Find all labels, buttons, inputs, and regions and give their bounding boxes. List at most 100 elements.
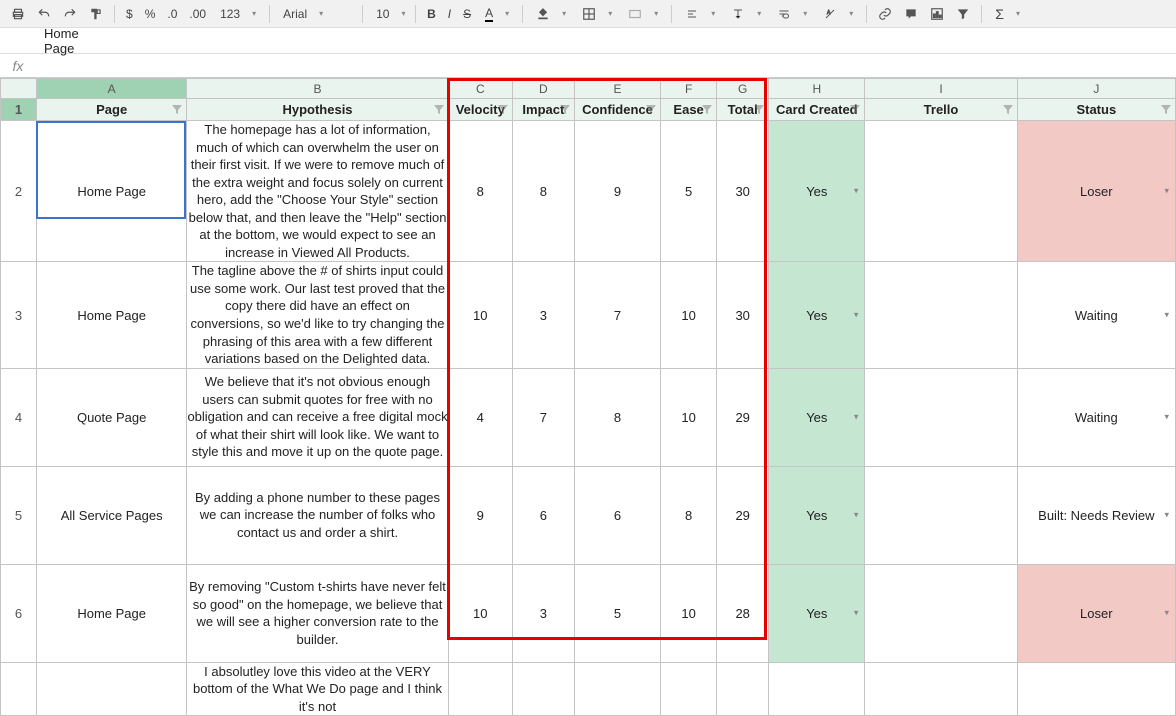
cell-page[interactable]: Home Page xyxy=(37,121,187,262)
cell-total[interactable]: 28 xyxy=(717,564,769,662)
chevron-down-icon[interactable]: ▾ xyxy=(854,412,859,423)
cell-hypothesis[interactable]: The homepage has a lot of information, m… xyxy=(187,121,448,262)
cell-page[interactable] xyxy=(37,662,187,716)
font-size-dropdown[interactable]: 10▾ xyxy=(369,3,409,25)
cell-status[interactable]: Loser▾ xyxy=(1017,121,1175,262)
fill-color-dropdown[interactable]: ▾ xyxy=(529,3,573,25)
filter-funnel-icon[interactable] xyxy=(560,105,570,115)
cell-total[interactable]: 29 xyxy=(717,368,769,466)
borders-dropdown[interactable]: ▾ xyxy=(575,3,619,25)
chevron-down-icon[interactable]: ▾ xyxy=(854,608,859,619)
cell-impact[interactable]: 7 xyxy=(512,368,574,466)
cell-ease[interactable]: 8 xyxy=(661,466,717,564)
cell-ease[interactable]: 10 xyxy=(661,368,717,466)
valign-dropdown[interactable]: ▾ xyxy=(724,3,768,25)
cell-card-created[interactable]: Yes▾ xyxy=(769,121,865,262)
row-header[interactable]: 5 xyxy=(1,466,37,564)
cell-card-created[interactable]: Yes▾ xyxy=(769,368,865,466)
cell-status[interactable]: Waiting▾ xyxy=(1017,368,1175,466)
chevron-down-icon[interactable]: ▾ xyxy=(854,510,859,521)
chevron-down-icon[interactable]: ▾ xyxy=(854,186,859,197)
header-velocity[interactable]: Velocity xyxy=(448,99,512,121)
cell-page[interactable]: Quote Page xyxy=(37,368,187,466)
col-header-c[interactable]: C xyxy=(448,79,512,99)
filter-icon[interactable] xyxy=(951,3,975,25)
row-header[interactable]: 6 xyxy=(1,564,37,662)
grid[interactable]: A B C D E F G H I J 1 Page Hypothesis Ve… xyxy=(0,78,1176,716)
cell-trello[interactable] xyxy=(865,368,1017,466)
row-header[interactable]: 3 xyxy=(1,262,37,368)
cell-velocity[interactable]: 4 xyxy=(448,368,512,466)
cell-status[interactable]: Built: Needs Review▾ xyxy=(1017,466,1175,564)
header-status[interactable]: Status xyxy=(1017,99,1175,121)
col-header-e[interactable]: E xyxy=(574,79,660,99)
font-dropdown[interactable]: Arial▾ xyxy=(276,3,356,25)
cell[interactable] xyxy=(717,662,769,716)
header-impact[interactable]: Impact xyxy=(512,99,574,121)
col-header-h[interactable]: H xyxy=(769,79,865,99)
link-icon[interactable] xyxy=(873,3,897,25)
cell-impact[interactable]: 3 xyxy=(512,564,574,662)
cell[interactable] xyxy=(448,662,512,716)
cell-page[interactable]: All Service Pages xyxy=(37,466,187,564)
cell[interactable] xyxy=(512,662,574,716)
cell-velocity[interactable]: 9 xyxy=(448,466,512,564)
chevron-down-icon[interactable]: ▾ xyxy=(1164,608,1169,619)
cell-impact[interactable]: 3 xyxy=(512,262,574,368)
filter-funnel-icon[interactable] xyxy=(754,105,764,115)
percent-button[interactable]: % xyxy=(140,3,161,25)
undo-icon[interactable] xyxy=(32,3,56,25)
paint-format-icon[interactable] xyxy=(84,3,108,25)
cell-confidence[interactable]: 7 xyxy=(574,262,660,368)
cell-hypothesis[interactable]: The tagline above the # of shirts input … xyxy=(187,262,448,368)
chevron-down-icon[interactable]: ▾ xyxy=(1164,310,1169,321)
filter-funnel-icon[interactable] xyxy=(702,105,712,115)
italic-button[interactable]: I xyxy=(443,3,456,25)
filter-funnel-icon[interactable] xyxy=(172,105,182,115)
bold-button[interactable]: B xyxy=(422,3,441,25)
header-hypothesis[interactable]: Hypothesis xyxy=(187,99,448,121)
col-header-a[interactable]: A xyxy=(37,79,187,99)
cell-card-created[interactable]: Yes▾ xyxy=(769,466,865,564)
strike-button[interactable]: S xyxy=(458,3,476,25)
chevron-down-icon[interactable]: ▾ xyxy=(1164,412,1169,423)
name-box[interactable]: Home Page xyxy=(36,26,82,56)
cell-ease[interactable]: 10 xyxy=(661,564,717,662)
merge-dropdown[interactable]: ▾ xyxy=(621,3,665,25)
cell-total[interactable]: 30 xyxy=(717,262,769,368)
cell-total[interactable]: 29 xyxy=(717,466,769,564)
cell-status[interactable]: Waiting▾ xyxy=(1017,262,1175,368)
row-header[interactable]: 2 xyxy=(1,121,37,262)
cell-impact[interactable]: 8 xyxy=(512,121,574,262)
cell-hypothesis[interactable]: By removing "Custom t-shirts have never … xyxy=(187,564,448,662)
row-header[interactable] xyxy=(1,662,37,716)
filter-funnel-icon[interactable] xyxy=(646,105,656,115)
cell[interactable] xyxy=(661,662,717,716)
rotate-dropdown[interactable]: A▾ xyxy=(816,3,860,25)
col-header-d[interactable]: D xyxy=(512,79,574,99)
functions-dropdown[interactable]: Σ▾ xyxy=(988,3,1027,25)
cell-card-created[interactable]: Yes▾ xyxy=(769,564,865,662)
cell-impact[interactable]: 6 xyxy=(512,466,574,564)
cell-confidence[interactable]: 9 xyxy=(574,121,660,262)
cell-velocity[interactable]: 8 xyxy=(448,121,512,262)
header-ease[interactable]: Ease xyxy=(661,99,717,121)
header-card[interactable]: Card Created xyxy=(769,99,865,121)
redo-icon[interactable] xyxy=(58,3,82,25)
cell-ease[interactable]: 5 xyxy=(661,121,717,262)
filter-funnel-icon[interactable] xyxy=(434,105,444,115)
chevron-down-icon[interactable]: ▾ xyxy=(1164,186,1169,197)
col-header-b[interactable]: B xyxy=(187,79,448,99)
cell[interactable] xyxy=(574,662,660,716)
cell-velocity[interactable]: 10 xyxy=(448,262,512,368)
chevron-down-icon[interactable]: ▾ xyxy=(854,310,859,321)
text-color-dropdown[interactable]: A▾ xyxy=(478,3,516,25)
cell-hypothesis[interactable]: I absolutley love this video at the VERY… xyxy=(187,662,448,716)
select-all-corner[interactable] xyxy=(1,79,37,99)
filter-funnel-icon[interactable] xyxy=(498,105,508,115)
halign-dropdown[interactable]: ▾ xyxy=(678,3,722,25)
cell-hypothesis[interactable]: We believe that it's not obvious enough … xyxy=(187,368,448,466)
cell-trello[interactable] xyxy=(865,466,1017,564)
chart-icon[interactable] xyxy=(925,3,949,25)
cell-hypothesis[interactable]: By adding a phone number to these pages … xyxy=(187,466,448,564)
